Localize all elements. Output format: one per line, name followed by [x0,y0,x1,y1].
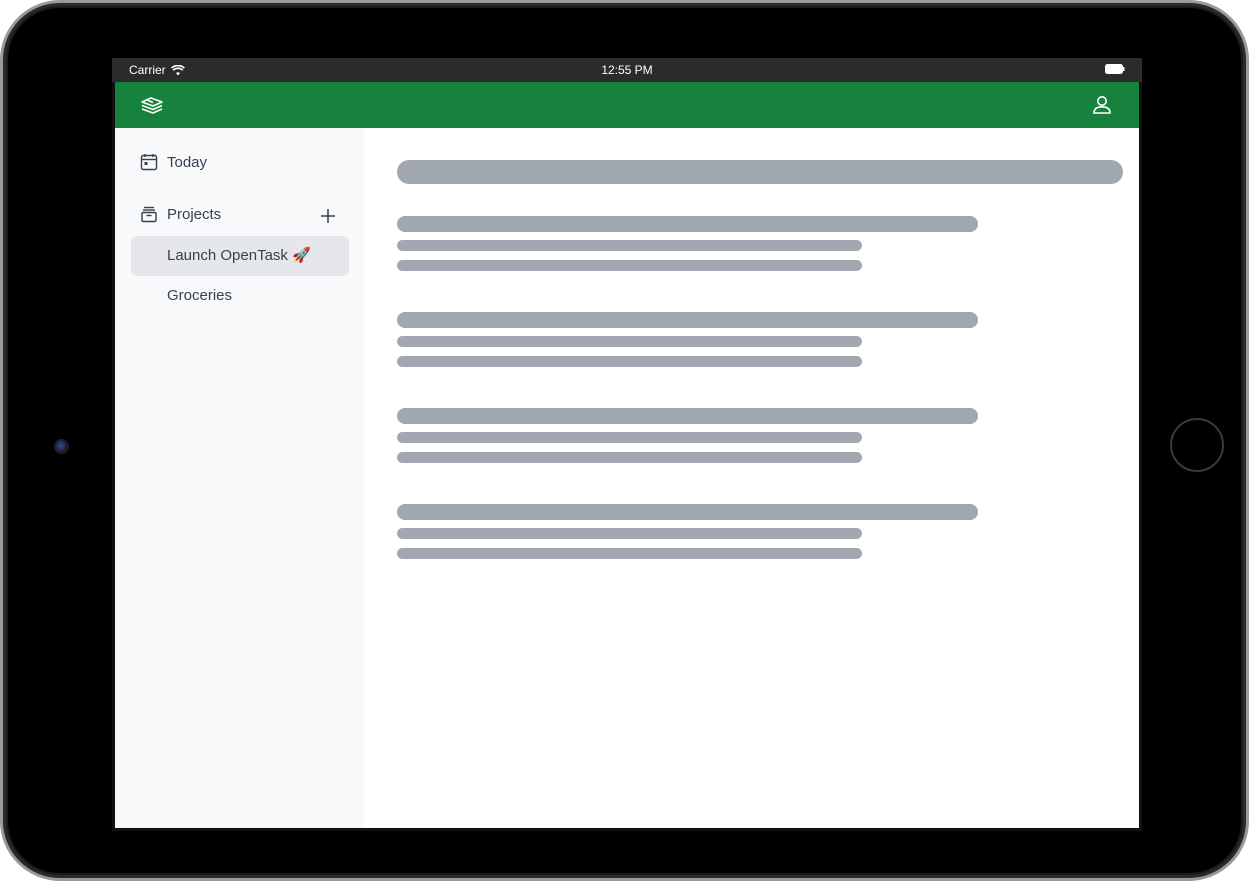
sidebar-item-launch-opentask[interactable]: Launch OpenTask 🚀 [131,236,349,276]
skeleton-line [397,548,862,559]
skeleton-line [397,452,862,463]
status-bar: Carrier 12:55 PM [112,58,1142,82]
skeleton-title [397,160,1123,184]
skeleton-line [397,312,978,328]
projects-heading: Projects [167,205,222,223]
sidebar-item-label: Groceries [167,287,233,304]
skeleton-line [397,356,862,367]
app-header [115,82,1139,128]
archive-icon [141,206,157,223]
sidebar-item-label: Launch OpenTask 🚀 [167,247,311,264]
skeleton-line [397,504,978,520]
plus-icon[interactable] [317,205,339,227]
skeleton-line [397,260,862,271]
front-camera [54,439,69,454]
skeleton-line [397,336,862,347]
screen: Carrier 12:55 PM Today Projects Launch O… [112,58,1142,831]
skeleton-line [397,408,978,424]
skeleton-line [397,216,978,232]
skeleton-line [397,240,862,251]
main-content [364,128,1139,828]
user-icon[interactable] [1089,92,1115,118]
sidebar-section-projects: Projects [139,204,221,224]
skeleton-line [397,528,862,539]
layers-icon[interactable] [139,92,165,118]
sidebar-item-today[interactable]: Today [139,152,207,172]
sidebar: Today Projects Launch OpenTask 🚀 Groceri… [115,128,364,828]
status-time: 12:55 PM [601,63,653,77]
skeleton-line [397,432,862,443]
battery-icon [1105,64,1125,74]
calendar-icon [140,154,158,171]
home-button[interactable] [1170,418,1224,472]
sidebar-item-groceries[interactable]: Groceries [131,276,349,316]
sidebar-item-label: Today [167,153,208,171]
tablet-frame: Carrier 12:55 PM Today Projects Launch O… [0,0,1249,881]
